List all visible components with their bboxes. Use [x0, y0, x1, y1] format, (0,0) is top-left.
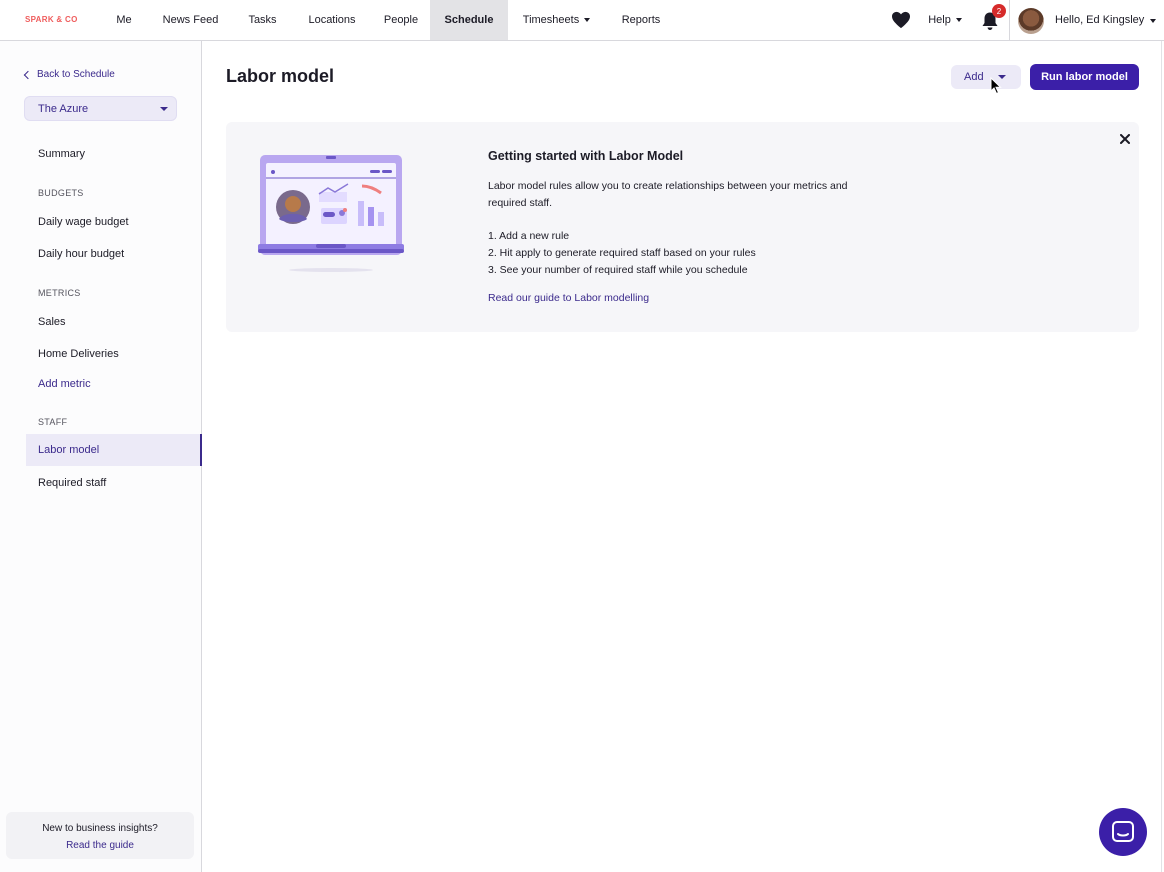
sidebar-item-daily-wage-budget[interactable]: Daily wage budget — [38, 216, 129, 228]
nav-label: Reports — [621, 14, 661, 26]
nav-schedule[interactable]: Schedule — [430, 0, 508, 40]
step-item: 3. See your number of required staff whi… — [488, 264, 748, 276]
add-dropdown-button[interactable]: Add — [951, 65, 1021, 89]
user-avatar[interactable] — [1018, 8, 1044, 34]
help-menu[interactable]: Help — [922, 0, 968, 40]
back-label: Back to Schedule — [37, 69, 115, 80]
location-select[interactable]: The Azure — [24, 96, 177, 121]
caret-down-icon — [160, 107, 168, 111]
sidebar: Back to Schedule The Azure Summary BUDGE… — [0, 41, 202, 872]
page-title: Labor model — [226, 66, 335, 86]
sidebar-item-labor-model[interactable]: Labor model — [26, 434, 202, 466]
section-heading-budgets: BUDGETS — [38, 188, 84, 198]
nav-label: People — [383, 14, 419, 26]
card-title: Getting started with Labor Model — [488, 149, 684, 163]
step-item: 2. Hit apply to generate required staff … — [488, 247, 756, 259]
chevron-down-icon — [1150, 19, 1157, 23]
heart-icon[interactable] — [891, 11, 911, 29]
nav-label: Timesheets — [522, 14, 580, 26]
mouse-cursor-icon — [990, 77, 1002, 95]
nav-locations[interactable]: Locations — [297, 0, 367, 40]
run-labor-model-button[interactable]: Run labor model — [1030, 64, 1139, 90]
chat-icon — [1112, 821, 1134, 842]
nav-label: Locations — [308, 14, 356, 26]
help-label: Help — [928, 14, 951, 26]
nav-people[interactable]: People — [376, 0, 426, 40]
nav-label: News Feed — [162, 14, 219, 26]
page-edge — [1161, 41, 1162, 872]
close-icon[interactable] — [1120, 134, 1130, 144]
nav-timesheets[interactable]: Timesheets — [514, 0, 599, 40]
nav-news-feed[interactable]: News Feed — [153, 0, 228, 40]
sidebar-item-required-staff[interactable]: Required staff — [38, 477, 106, 489]
nav-label: Tasks — [248, 14, 277, 26]
sidebar-item-summary[interactable]: Summary — [38, 148, 85, 160]
insights-guide-box: New to business insights? Read the guide — [6, 812, 194, 859]
location-value: The Azure — [38, 102, 89, 115]
nav-reports[interactable]: Reports — [612, 0, 670, 40]
getting-started-card: Getting started with Labor Model Labor m… — [226, 122, 1139, 332]
nav-label: Me — [116, 14, 132, 26]
nav-label: Schedule — [444, 14, 494, 26]
add-metric-link[interactable]: Add metric — [38, 378, 91, 390]
section-heading-staff: STAFF — [38, 417, 68, 427]
back-to-schedule-link[interactable]: Back to Schedule — [23, 69, 115, 80]
add-label: Add — [964, 71, 984, 83]
user-menu[interactable]: Hello, Ed Kingsley — [1055, 14, 1157, 26]
greeting-label: Hello, Ed Kingsley — [1055, 14, 1145, 26]
sidebar-item-sales[interactable]: Sales — [38, 316, 66, 328]
read-guide-link[interactable]: Read the guide — [6, 840, 194, 851]
section-heading-metrics: METRICS — [38, 288, 81, 298]
footer-text: New to business insights? — [42, 823, 158, 834]
brand-logo[interactable]: SPARK & CO — [25, 15, 78, 24]
nav-tasks[interactable]: Tasks — [240, 0, 285, 40]
card-description: Labor model rules allow you to create re… — [488, 180, 848, 209]
top-navigation: SPARK & CO Me News Feed Tasks Locations … — [0, 0, 1164, 41]
sidebar-item-home-deliveries[interactable]: Home Deliveries — [38, 348, 119, 360]
chevron-down-icon — [584, 18, 591, 22]
nav-divider — [1009, 0, 1010, 40]
laptop-illustration — [258, 155, 404, 272]
notification-badge: 2 — [992, 4, 1006, 18]
step-item: 1. Add a new rule — [488, 230, 570, 242]
sidebar-item-label: Labor model — [38, 444, 100, 456]
sidebar-item-daily-hour-budget[interactable]: Daily hour budget — [38, 248, 124, 260]
nav-me[interactable]: Me — [108, 0, 140, 40]
chevron-left-icon — [23, 70, 33, 79]
labor-guide-link[interactable]: Read our guide to Labor modelling — [488, 292, 649, 304]
steps-list: 1. Add a new rule 2. Hit apply to genera… — [488, 228, 756, 279]
chat-launcher-button[interactable] — [1099, 808, 1147, 856]
chevron-down-icon — [955, 18, 962, 22]
